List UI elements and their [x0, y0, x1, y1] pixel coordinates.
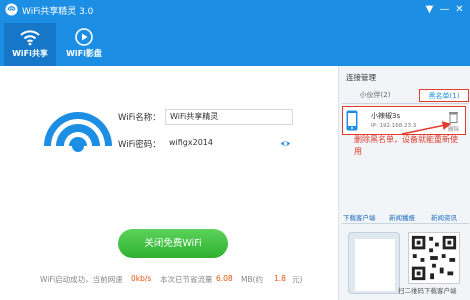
promo-caption: 扫二维码下载客户端: [398, 287, 457, 295]
wifi-password-input[interactable]: wifigx2014: [165, 136, 293, 152]
tab-wifi-disk[interactable]: WiFi影盘: [58, 23, 110, 66]
yuan-value: 1.8: [274, 274, 286, 283]
app-logo-icon: [5, 3, 18, 16]
saved-unit: MB(约: [241, 275, 264, 284]
menu-dropdown-button[interactable]: ▼: [422, 2, 437, 17]
title-bar: WiFi共享精灵 3.0 ▼ — ✕ WiFi共享 WiFi影盘: [0, 0, 470, 66]
status-prefix: WiFi启动成功，当前网速: [40, 275, 123, 284]
annotation-text: 删除黑名单，设备就能重新使用: [354, 135, 458, 156]
tab-friends[interactable]: 小伙伴(2): [343, 89, 407, 102]
window-title: WiFi共享精灵 3.0: [22, 7, 94, 17]
blacklisted-device-card[interactable]: 小辣椒3s IP: 192.168.23.3 删除: [342, 106, 466, 135]
wifi-name-input[interactable]: WiFi共享精灵: [165, 109, 293, 125]
saved-value: 6.08: [216, 274, 233, 283]
yuan-suffix: 元): [292, 275, 303, 284]
minimize-button[interactable]: —: [437, 2, 452, 17]
trash-icon[interactable]: [448, 111, 459, 123]
wifi-signal-icon: [20, 30, 40, 46]
device-ip: IP: 192.168.23.3: [371, 123, 417, 129]
nav-news-info[interactable]: 新闻资讯: [431, 212, 457, 222]
tab-blacklist[interactable]: 黑名单(1): [419, 89, 469, 102]
wifi-hotspot-logo-icon: [44, 112, 112, 186]
tab-wifi-share[interactable]: WiFi共享: [4, 23, 56, 66]
device-name: 小辣椒3s: [371, 112, 401, 120]
saved-label: 本次已节省流量: [160, 275, 213, 284]
phone-screen: [355, 239, 395, 291]
tab-label: WiFi影盘: [66, 49, 102, 58]
client-promo[interactable]: 扫二维码下载客户端: [344, 226, 466, 296]
phone-mockup: [348, 232, 400, 294]
divider: [342, 103, 469, 104]
delete-label[interactable]: 删除: [448, 125, 459, 133]
play-circle-icon: [75, 28, 93, 46]
close-button[interactable]: ✕: [452, 2, 467, 17]
close-free-wifi-button[interactable]: 关闭免费WiFi: [118, 229, 228, 258]
nav-download-client[interactable]: 下载客户端: [343, 212, 376, 222]
main-panel: WiFi名称： WiFi共享精灵 WiFi密码： wifigx2014 关闭免费…: [0, 66, 338, 300]
wifi-name-label: WiFi名称：: [118, 113, 161, 123]
nav-news-broadcast[interactable]: 新闻播报: [389, 212, 415, 222]
speed-value: 0kb/s: [131, 274, 152, 283]
show-password-icon[interactable]: [280, 138, 291, 149]
qr-code-icon: [408, 232, 460, 284]
status-bar: WiFi启动成功，当前网速 0kb/s 本次已节省流量 6.08 MB(约 1.…: [0, 268, 338, 300]
phone-icon: [346, 110, 358, 131]
divider: [342, 223, 469, 224]
wifi-password-value: wifigx2014: [169, 138, 213, 147]
sidebar-title: 连接管理: [346, 73, 376, 82]
wifi-password-label: WiFi密码：: [118, 140, 161, 150]
tab-label: WiFi共享: [12, 49, 48, 58]
